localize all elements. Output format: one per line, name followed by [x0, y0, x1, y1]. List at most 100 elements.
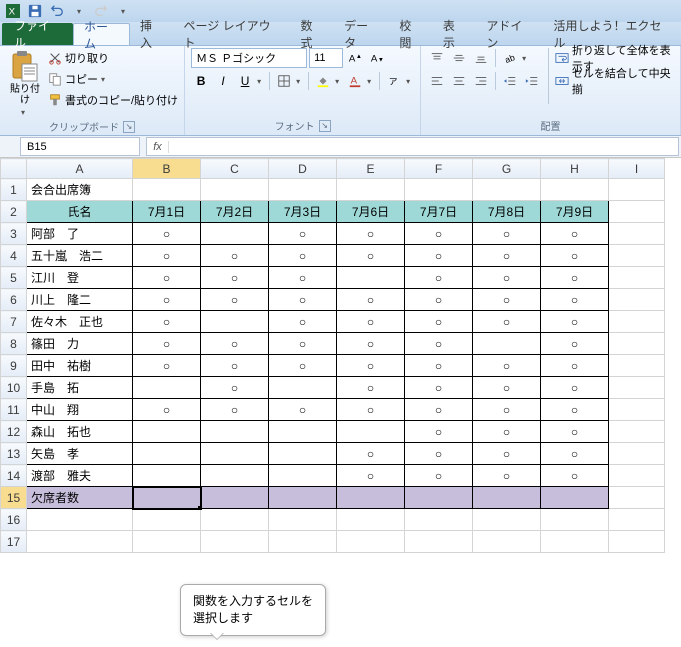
cell-D10[interactable]: [269, 377, 337, 399]
cell-D6[interactable]: ○: [269, 289, 337, 311]
cell-A16[interactable]: [27, 509, 133, 531]
cell-C6[interactable]: ○: [201, 289, 269, 311]
cell-I11[interactable]: [609, 399, 665, 421]
cell-I9[interactable]: [609, 355, 665, 377]
cell-E14[interactable]: ○: [337, 465, 405, 487]
cell-I7[interactable]: [609, 311, 665, 333]
col-header-I[interactable]: I: [609, 159, 665, 179]
cell-H17[interactable]: [541, 531, 609, 553]
col-header-C[interactable]: C: [201, 159, 269, 179]
cell-I6[interactable]: [609, 289, 665, 311]
format-painter-button[interactable]: 書式のコピー/貼り付け: [48, 90, 178, 110]
cell-F11[interactable]: ○: [405, 399, 473, 421]
border-button[interactable]: [274, 71, 294, 91]
cell-D8[interactable]: ○: [269, 333, 337, 355]
cell-B12[interactable]: [133, 421, 201, 443]
cell-D9[interactable]: ○: [269, 355, 337, 377]
cell-B7[interactable]: ○: [133, 311, 201, 333]
row-header-16[interactable]: 16: [1, 509, 27, 531]
cell-A17[interactable]: [27, 531, 133, 553]
cell-E8[interactable]: ○: [337, 333, 405, 355]
cell-E1[interactable]: [337, 179, 405, 201]
tab-file[interactable]: ファイル: [2, 23, 73, 45]
row-header-8[interactable]: 8: [1, 333, 27, 355]
cell-I13[interactable]: [609, 443, 665, 465]
cell-I12[interactable]: [609, 421, 665, 443]
cell-G2[interactable]: 7月8日: [473, 201, 541, 223]
row-header-15[interactable]: 15: [1, 487, 27, 509]
orientation-icon[interactable]: ab: [500, 48, 520, 68]
cell-B16[interactable]: [133, 509, 201, 531]
merge-center-button[interactable]: セルを結合して中央揃: [555, 71, 674, 91]
cell-A4[interactable]: 五十嵐 浩二: [27, 245, 133, 267]
cell-H13[interactable]: ○: [541, 443, 609, 465]
name-box[interactable]: [20, 137, 140, 156]
cell-E6[interactable]: ○: [337, 289, 405, 311]
cell-C16[interactable]: [201, 509, 269, 531]
fill-color-button[interactable]: [313, 71, 333, 91]
cell-G1[interactable]: [473, 179, 541, 201]
align-bottom-icon[interactable]: [471, 48, 491, 68]
cell-B15[interactable]: [133, 487, 201, 509]
cell-G10[interactable]: ○: [473, 377, 541, 399]
cell-A3[interactable]: 阿部 了: [27, 223, 133, 245]
cell-G8[interactable]: [473, 333, 541, 355]
cell-I17[interactable]: [609, 531, 665, 553]
cell-H3[interactable]: ○: [541, 223, 609, 245]
col-header-B[interactable]: B: [133, 159, 201, 179]
cell-B13[interactable]: [133, 443, 201, 465]
cell-A9[interactable]: 田中 祐樹: [27, 355, 133, 377]
cell-C1[interactable]: [201, 179, 269, 201]
cell-A2[interactable]: 氏名: [27, 201, 133, 223]
cell-E10[interactable]: ○: [337, 377, 405, 399]
cell-G15[interactable]: [473, 487, 541, 509]
cell-C4[interactable]: ○: [201, 245, 269, 267]
cell-H16[interactable]: [541, 509, 609, 531]
cell-E16[interactable]: [337, 509, 405, 531]
cell-C15[interactable]: [201, 487, 269, 509]
align-center-icon[interactable]: [449, 71, 469, 91]
cell-F14[interactable]: ○: [405, 465, 473, 487]
cell-E9[interactable]: ○: [337, 355, 405, 377]
cell-G5[interactable]: ○: [473, 267, 541, 289]
row-header-3[interactable]: 3: [1, 223, 27, 245]
cell-G13[interactable]: ○: [473, 443, 541, 465]
cell-F12[interactable]: ○: [405, 421, 473, 443]
copy-button[interactable]: コピー▾: [48, 69, 178, 89]
cell-A13[interactable]: 矢島 孝: [27, 443, 133, 465]
underline-button[interactable]: U: [235, 71, 255, 91]
cell-D5[interactable]: ○: [269, 267, 337, 289]
decrease-indent-icon[interactable]: [500, 71, 520, 91]
cell-F15[interactable]: [405, 487, 473, 509]
cell-B4[interactable]: ○: [133, 245, 201, 267]
cell-I3[interactable]: [609, 223, 665, 245]
cell-F13[interactable]: ○: [405, 443, 473, 465]
cell-D14[interactable]: [269, 465, 337, 487]
tab-view[interactable]: 表示: [433, 23, 477, 45]
cell-A15[interactable]: 欠席者数: [27, 487, 133, 509]
cell-F2[interactable]: 7月7日: [405, 201, 473, 223]
tab-addins[interactable]: アドイン: [476, 23, 543, 45]
cell-E5[interactable]: [337, 267, 405, 289]
cell-B14[interactable]: [133, 465, 201, 487]
cell-D7[interactable]: ○: [269, 311, 337, 333]
cell-E15[interactable]: [337, 487, 405, 509]
cell-H14[interactable]: ○: [541, 465, 609, 487]
cell-E3[interactable]: ○: [337, 223, 405, 245]
cell-C17[interactable]: [201, 531, 269, 553]
cell-H8[interactable]: ○: [541, 333, 609, 355]
cell-G4[interactable]: ○: [473, 245, 541, 267]
cell-H12[interactable]: ○: [541, 421, 609, 443]
font-name-select[interactable]: [191, 48, 307, 68]
cell-D16[interactable]: [269, 509, 337, 531]
cell-G7[interactable]: ○: [473, 311, 541, 333]
cell-E17[interactable]: [337, 531, 405, 553]
cell-B3[interactable]: ○: [133, 223, 201, 245]
font-size-select[interactable]: [309, 48, 343, 68]
cell-D17[interactable]: [269, 531, 337, 553]
row-header-10[interactable]: 10: [1, 377, 27, 399]
cell-I15[interactable]: [609, 487, 665, 509]
cell-A7[interactable]: 佐々木 正也: [27, 311, 133, 333]
tab-data[interactable]: データ: [334, 23, 389, 45]
cell-A14[interactable]: 渡部 雅夫: [27, 465, 133, 487]
